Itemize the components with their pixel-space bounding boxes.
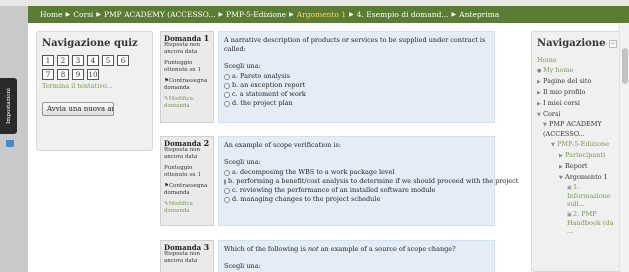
radio-button[interactable] (224, 187, 230, 194)
answer-option[interactable]: d. managing changes to the project sched… (224, 195, 489, 204)
nav-my-courses[interactable]: ▶ I miei corsi (537, 98, 617, 109)
flag-question-link[interactable]: ⚑Contrassegna domanda (164, 183, 210, 197)
question-info: Domanda 3 Risposta non ancora data (160, 240, 214, 272)
nav-site-pages[interactable]: ▶ Pagine del sito (537, 76, 617, 87)
question-number-button[interactable]: 7 (42, 69, 54, 80)
breadcrumb-corsi[interactable]: Corsi (73, 10, 93, 19)
nav-report[interactable]: ▶ Report (537, 161, 617, 172)
radio-button[interactable] (224, 91, 230, 98)
quiz-navigation-block: Navigazione quiz 1 2 3 4 5 6 7 8 9 10 Te… (36, 31, 153, 151)
breadcrumb-current: Anteprima (459, 10, 500, 19)
answer-option[interactable]: d. the project plan (224, 99, 489, 108)
question-text: An example of scope verification is: (224, 141, 342, 149)
question-text: Which of the following is not an example… (224, 245, 456, 253)
breadcrumb-course[interactable]: PMP ACADEMY (ACCESSO... (104, 10, 216, 19)
choose-one-label: Scegli una: (224, 158, 261, 166)
question-number-button[interactable]: 3 (72, 55, 84, 66)
breadcrumb-separator-icon: ▶ (65, 11, 71, 18)
question-number: Domanda 3 (164, 242, 210, 252)
nav-my-profile[interactable]: ▶ Il mio profilo (537, 87, 617, 98)
question-content: A narrative description of products or s… (218, 31, 495, 123)
radio-button[interactable] (224, 196, 230, 203)
question-score: Punteggio ottenuto su 1 (164, 165, 201, 178)
question-number-button[interactable]: 9 (72, 69, 84, 80)
choose-one-label: Scegli una: (224, 62, 261, 70)
finish-attempt-link[interactable]: Termina il tentativo... (42, 82, 147, 90)
question-status: Risposta non ancora data (164, 42, 201, 55)
nav-item-info[interactable]: ▣1. Informazione sull... (537, 183, 617, 208)
question-number: Domanda 2 (164, 138, 210, 148)
question-number-button[interactable]: 5 (102, 55, 114, 66)
breadcrumb-separator-icon: ▶ (289, 11, 294, 18)
answer-option[interactable]: a. decomposing the WBS to a work package… (224, 168, 489, 177)
question-info: Domanda 2 Risposta non ancora data Punte… (160, 136, 214, 226)
question-score: Punteggio ottenuto su 1 (164, 60, 201, 73)
question-info: Domanda 1 Risposta non ancora data Punte… (160, 31, 214, 123)
answer-option[interactable]: c. a statement of work (224, 90, 489, 99)
nav-edition[interactable]: ▼ PMP-5-Edizione (537, 139, 617, 150)
navigation-block-header: Navigazione − (537, 38, 617, 49)
breadcrumb-home[interactable]: Home (40, 10, 63, 19)
answer-option[interactable]: b. an exception report (224, 81, 489, 90)
radio-button[interactable] (224, 178, 226, 185)
breadcrumb-separator-icon: ▶ (349, 11, 354, 18)
question-content: Which of the following is not an example… (218, 240, 495, 272)
main-page: Navigazione quiz 1 2 3 4 5 6 7 8 9 10 Te… (28, 23, 623, 272)
quiz-navigation-title: Navigazione quiz (42, 38, 138, 49)
collapse-block-icon[interactable]: − (609, 39, 617, 48)
settings-side-tab-label: Impostazioni (5, 88, 12, 124)
nav-home-link[interactable]: Home (537, 55, 617, 65)
breadcrumb-separator-icon: ▶ (218, 11, 224, 18)
navigation-title: Navigazione (537, 38, 606, 49)
radio-button[interactable] (224, 73, 230, 80)
question-text: A narrative description of products or s… (224, 36, 486, 53)
edit-question-link[interactable]: ✎Modifica domanda (164, 96, 210, 110)
question-number-button[interactable]: 6 (117, 55, 129, 66)
question-number: Domanda 1 (164, 33, 210, 43)
question-number-grid: 1 2 3 4 5 6 7 8 9 10 (42, 55, 136, 80)
answer-option[interactable]: c. reviewing the performance of an insta… (224, 186, 489, 195)
dock-icon[interactable] (6, 140, 14, 147)
nav-myhome-link[interactable]: ● My home (537, 65, 617, 76)
breadcrumb-separator-icon: ▶ (96, 11, 101, 18)
question-status: Risposta non ancora data (164, 147, 201, 160)
nav-participants[interactable]: ▶ Partecipanti (537, 150, 617, 161)
question-content: An example of scope verification is: Sce… (218, 136, 518, 226)
question-status: Risposta non ancora data (164, 251, 201, 264)
question-number-button[interactable]: 2 (57, 55, 69, 66)
breadcrumb-quiz[interactable]: 4. Esempio di domand... (357, 10, 449, 19)
nav-course-academy[interactable]: ▼ PMP ACADEMY (ACCESSO... (537, 120, 617, 139)
answer-option[interactable]: a. Pareto analysis (224, 72, 489, 81)
nav-item-handbook[interactable]: ▣2. PMP Handbook (da ... (537, 210, 617, 235)
answer-option[interactable]: b. performing a benefit/cost analysis to… (224, 177, 518, 186)
settings-side-tab[interactable]: Impostazioni (0, 78, 17, 134)
question-number-button[interactable]: 10 (87, 69, 99, 80)
breadcrumb: Home ▶ Corsi ▶ PMP ACADEMY (ACCESSO... ▶ PM… (28, 6, 629, 23)
question-number-button[interactable]: 1 (42, 55, 54, 66)
page-scrollbar[interactable] (619, 23, 629, 272)
navigation-block: Navigazione − Home ● My home ▶ Pagine del s… (531, 31, 623, 272)
breadcrumb-separator-icon: ▶ (451, 11, 457, 18)
question-number-button[interactable]: 4 (87, 55, 99, 66)
radio-button[interactable] (224, 100, 230, 107)
nav-topic[interactable]: ▼ Argomento 1 (537, 172, 617, 183)
radio-button[interactable] (224, 169, 230, 176)
choose-one-label: Scegli una: (224, 262, 261, 270)
nav-courses[interactable]: ▼ Corsi (537, 109, 617, 120)
edit-question-link[interactable]: ✎Modifica domanda (164, 201, 210, 215)
flag-question-link[interactable]: ⚑Contrassegna domanda (164, 78, 210, 92)
scrollbar-thumb[interactable] (622, 48, 628, 84)
breadcrumb-topic[interactable]: Argomento 1 (297, 10, 346, 19)
breadcrumb-edition[interactable]: PMP-5-Edizione (226, 10, 286, 19)
question-number-button[interactable]: 8 (57, 69, 69, 80)
start-new-preview-button[interactable]: Avvia una nuova anteprima (42, 102, 114, 116)
radio-button[interactable] (224, 82, 230, 89)
